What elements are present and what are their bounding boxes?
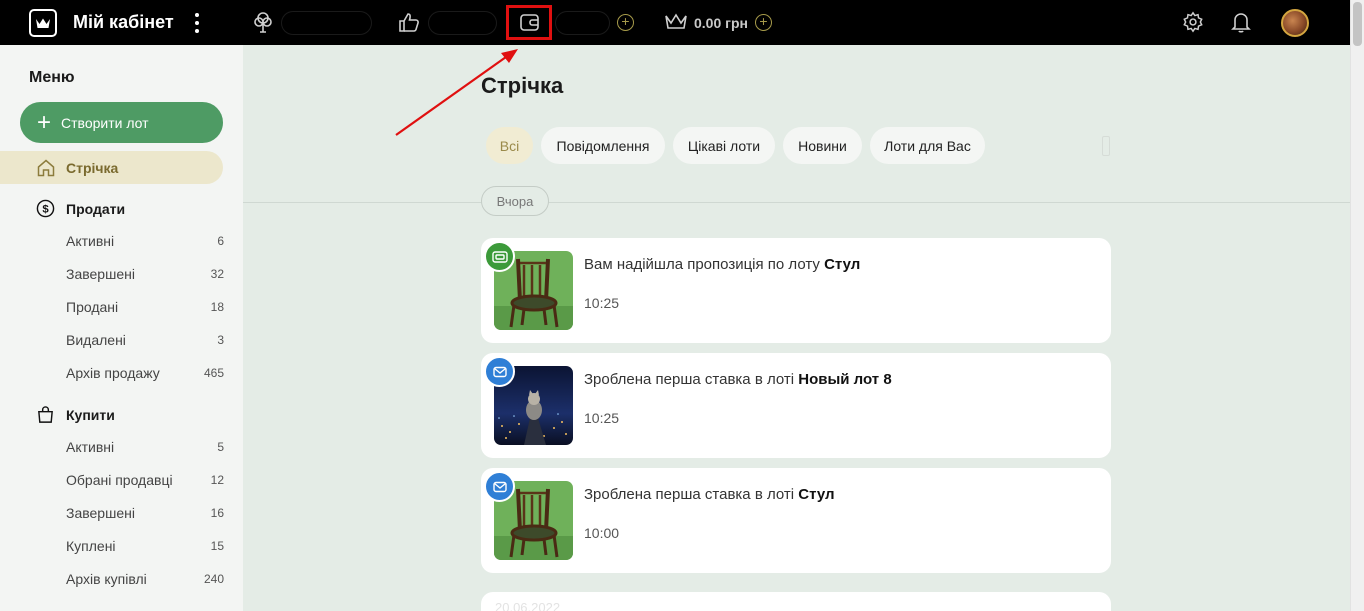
page-scrollbar[interactable] [1350, 0, 1364, 611]
annotation-arrow [395, 49, 518, 136]
scrollbar-thumb[interactable] [1353, 2, 1362, 46]
